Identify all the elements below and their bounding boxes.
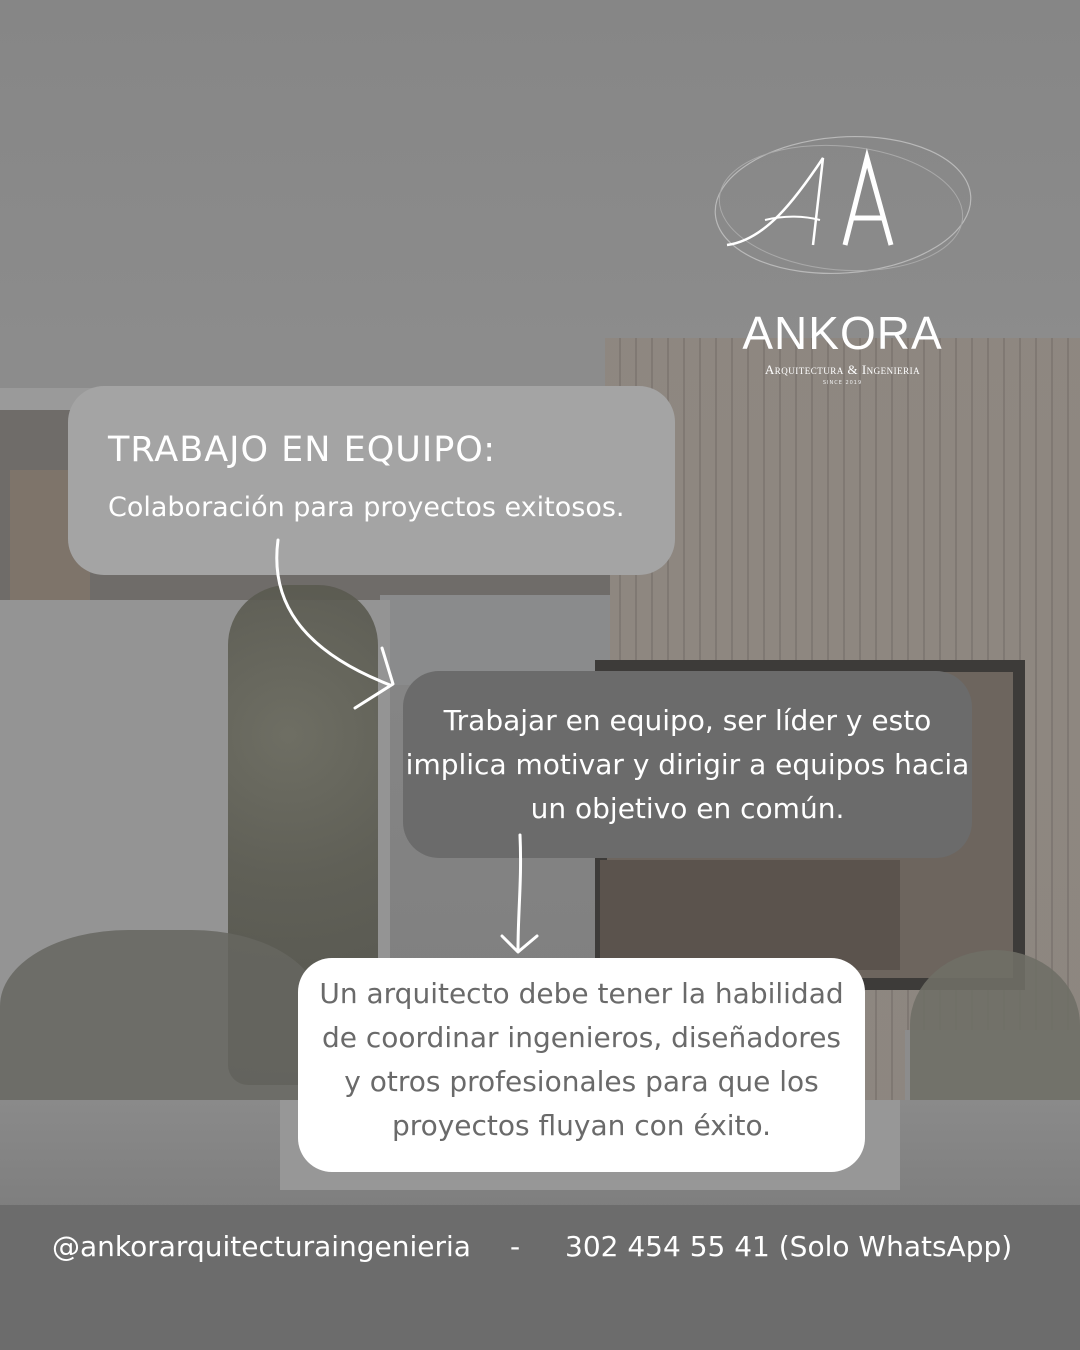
card-subtitle: Colaboración para proyectos exitosos.: [108, 492, 625, 523]
card-team-work: TRABAJO EN EQUIPO: Colaboración para pro…: [68, 386, 675, 575]
card-title: TRABAJO EN EQUIPO:: [108, 430, 497, 470]
card-line: proyectos fluyan con éxito.: [391, 1109, 772, 1142]
footer-separator: -: [510, 1230, 521, 1263]
footer-band: [0, 1205, 1080, 1350]
brand-since: SINCE 2019: [822, 380, 863, 386]
card-line: un objetivo en común.: [530, 792, 845, 825]
poster: ANKORA Arquitectura & Ingenieria SINCE 2…: [0, 0, 1080, 1350]
card-coordination: Un arquitecto debe tener la habilidad de…: [298, 958, 865, 1172]
card-leadership: Trabajar en equipo, ser líder y esto imp…: [403, 671, 972, 858]
brand-name: ANKORA: [742, 307, 943, 359]
card-line: de coordinar ingenieros, diseñadores: [321, 1021, 842, 1054]
card-line: implica motivar y dirigir a equipos haci…: [405, 748, 970, 781]
card-line: Trabajar en equipo, ser líder y esto: [443, 704, 932, 737]
footer: @ankorarquitecturaingenieria - 302 454 5…: [0, 1230, 1080, 1274]
phone-number[interactable]: 302 454 55 41 (Solo WhatsApp): [565, 1230, 1012, 1263]
doorway: [600, 860, 900, 970]
card-line: Un arquitecto debe tener la habilidad: [319, 977, 844, 1010]
card-line: y otros profesionales para que los: [344, 1065, 819, 1098]
brand-tagline: Arquitectura & Ingenieria: [764, 362, 921, 377]
logo-monogram: [714, 135, 972, 275]
social-handle[interactable]: @ankorarquitecturaingenieria: [52, 1230, 471, 1263]
shrubs-left: [0, 930, 320, 1120]
shrubs-right: [910, 950, 1080, 1100]
